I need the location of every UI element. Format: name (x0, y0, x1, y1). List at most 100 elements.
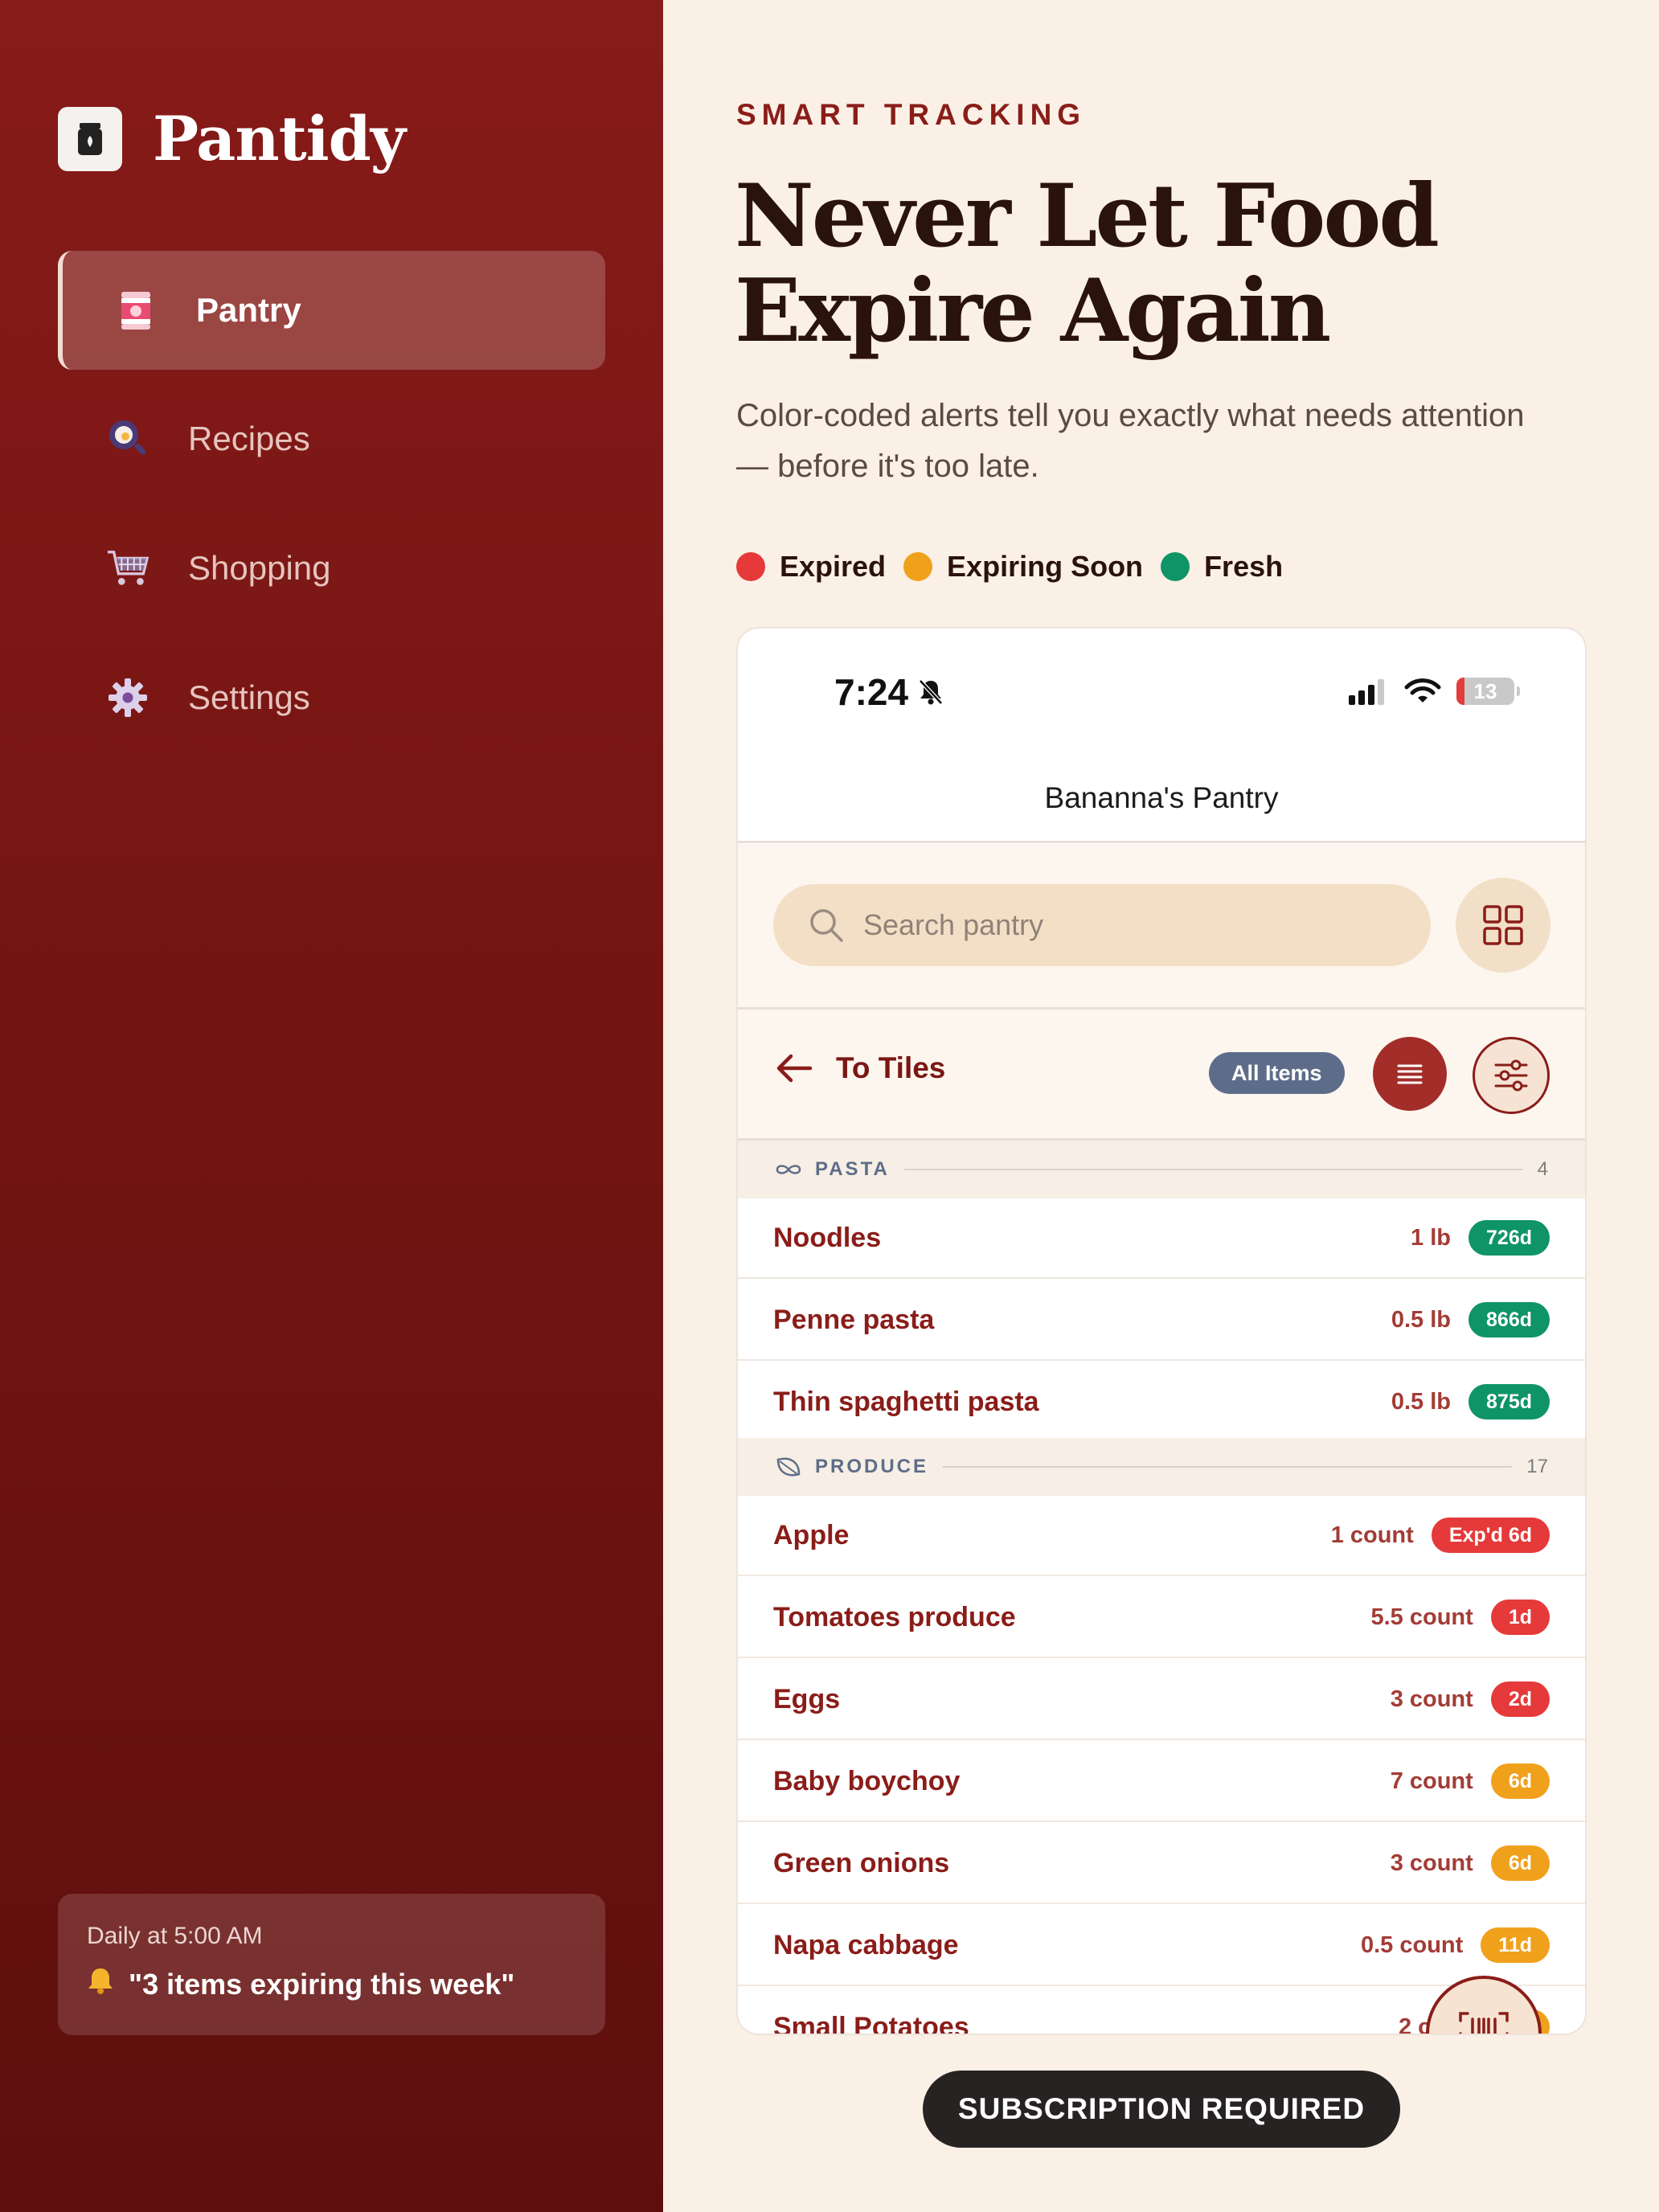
notification-message: "3 items expiring this week" (129, 1967, 515, 2001)
list-view-button[interactable] (1373, 1037, 1447, 1111)
status-badge: Exp'd 6d (1431, 1518, 1550, 1553)
item-name: Baby boychoy (773, 1765, 961, 1796)
headline-line-2: Expire Again (735, 260, 1331, 362)
item-quantity: 7 count (1390, 1768, 1473, 1794)
sidebar-item-pantry[interactable]: Pantry (58, 251, 605, 370)
grid-view-button[interactable] (1456, 878, 1550, 973)
section-count: 17 (1526, 1456, 1548, 1477)
legend-dot (1161, 552, 1190, 581)
sidebar-item-recipes[interactable]: Recipes (58, 379, 605, 498)
item-quantity: 0.5 lb (1391, 1388, 1452, 1415)
legend-dot (903, 552, 933, 581)
section-count: 4 (1537, 1158, 1548, 1180)
sidebar-item-label: Recipes (188, 420, 310, 457)
sidebar-item-shopping[interactable]: Shopping (58, 509, 605, 628)
status-badge: 866d (1469, 1302, 1550, 1337)
status-legend: Expired Expiring Soon Fresh (736, 550, 1301, 584)
status-clock: 7:24 (834, 670, 947, 714)
list-item[interactable]: Penne pasta 0.5 lb 866d (738, 1280, 1585, 1361)
item-quantity: 0.5 count (1360, 1931, 1464, 1958)
status-badge: 6d (1490, 1763, 1550, 1799)
eyebrow: SMART TRACKING (736, 98, 1087, 131)
search-input[interactable]: Search pantry (773, 884, 1431, 966)
sidebar: Pantidy Pantry Recipes Shopping Settings… (0, 0, 663, 2212)
item-name: Penne pasta (773, 1304, 935, 1335)
status-badge: 6d (1490, 1845, 1550, 1881)
legend-label: Fresh (1204, 550, 1284, 583)
pantry-title: Bananna's Pantry (1044, 781, 1279, 814)
cellular-signal-icon (1349, 679, 1384, 705)
magnifier-food-icon (106, 417, 150, 461)
notification-message-row: "3 items expiring this week" (87, 1966, 576, 2002)
wifi-icon (1404, 678, 1441, 703)
subscription-required-button[interactable]: SUBSCRIPTION REQUIRED (923, 2071, 1400, 2148)
status-badge: 11d (1481, 1927, 1550, 1963)
page-title: Never Let Food Expire Again (735, 169, 1619, 358)
arrow-left-icon (776, 1054, 813, 1083)
all-items-filter[interactable]: All Items (1209, 1052, 1345, 1094)
section-header-produce: PRODUCE 17 (738, 1438, 1585, 1496)
sidebar-item-settings[interactable]: Settings (58, 638, 605, 757)
status-indicators: 13 (1349, 677, 1520, 706)
item-name: Thin spaghetti pasta (773, 1386, 1039, 1417)
item-name: Green onions (773, 1847, 950, 1878)
back-to-tiles-button[interactable]: To Tiles (775, 1051, 945, 1085)
legend-item-expired: Expired (736, 550, 886, 584)
headline-line-1: Never Let Food (735, 166, 1440, 267)
infinity-icon (776, 1165, 801, 1174)
status-time: 7:24 (834, 671, 909, 713)
list-item[interactable]: Green onions 3 count 6d (738, 1824, 1585, 1904)
section-label: PASTA (815, 1158, 890, 1180)
status-badge: 726d (1469, 1220, 1550, 1256)
battery-level: 13 (1473, 678, 1497, 703)
list-item[interactable]: Eggs 3 count 2d (738, 1660, 1585, 1740)
legend-label: Expired (780, 550, 887, 583)
grid-icon (1483, 905, 1523, 945)
item-name: Apple (773, 1519, 850, 1550)
section-rule (903, 1169, 1523, 1170)
list-toolbar: To Tiles All Items (738, 1010, 1585, 1140)
status-bar: 7:24 13 (738, 629, 1585, 749)
list-item[interactable]: Thin spaghetti pasta 0.5 lb 875d (738, 1362, 1585, 1443)
section-label: PRODUCE (815, 1456, 929, 1477)
list-item[interactable]: Noodles 1 lb 726d (738, 1198, 1585, 1279)
bell-muted-icon (919, 679, 943, 705)
status-badge: 1d (1490, 1600, 1550, 1635)
brand-logo-icon (58, 106, 122, 171)
sliders-icon (1494, 1059, 1528, 1092)
brand-name: Pantidy (153, 103, 406, 174)
section-rule (943, 1466, 1513, 1468)
item-quantity: 0.5 lb (1391, 1306, 1452, 1333)
filter-settings-button[interactable] (1473, 1037, 1550, 1114)
legend-dot (736, 552, 765, 581)
item-name: Noodles (773, 1222, 882, 1253)
legend-item-expiring-soon: Expiring Soon (903, 550, 1143, 584)
status-badge: 875d (1469, 1384, 1550, 1419)
gear-icon (106, 676, 150, 719)
item-quantity: 1 lb (1411, 1224, 1452, 1251)
list-item[interactable]: Apple 1 count Exp'd 6d (738, 1496, 1585, 1576)
search-icon (810, 909, 843, 942)
search-area: Search pantry (738, 844, 1585, 1007)
legend-label: Expiring Soon (947, 550, 1144, 583)
item-name: Napa cabbage (773, 1929, 959, 1960)
section-header-pasta: PASTA 4 (738, 1141, 1585, 1198)
list-item[interactable]: Napa cabbage 0.5 count 11d (738, 1906, 1585, 1986)
item-name: Tomatoes produce (773, 1601, 1016, 1632)
item-quantity: 1 count (1330, 1522, 1414, 1548)
back-label: To Tiles (836, 1051, 946, 1084)
sidebar-item-label: Settings (188, 678, 310, 716)
sidebar-item-label: Shopping (188, 549, 331, 587)
brand: Pantidy (58, 103, 406, 174)
list-item[interactable]: Tomatoes produce 5.5 count 1d (738, 1578, 1585, 1658)
bell-icon (87, 1966, 114, 2002)
search-placeholder: Search pantry (863, 908, 1044, 941)
item-name: Small Potatoes (773, 2011, 969, 2035)
list-item[interactable]: Baby boychoy 7 count 6d (738, 1742, 1585, 1822)
notification-preview: Daily at 5:00 AM "3 items expiring this … (58, 1894, 605, 2035)
item-quantity: 5.5 count (1370, 1604, 1473, 1630)
legend-item-fresh: Fresh (1161, 550, 1283, 584)
notification-time: Daily at 5:00 AM (87, 1923, 263, 1949)
canned-food-icon (114, 289, 158, 332)
subtitle: Color-coded alerts tell you exactly what… (736, 398, 1525, 484)
